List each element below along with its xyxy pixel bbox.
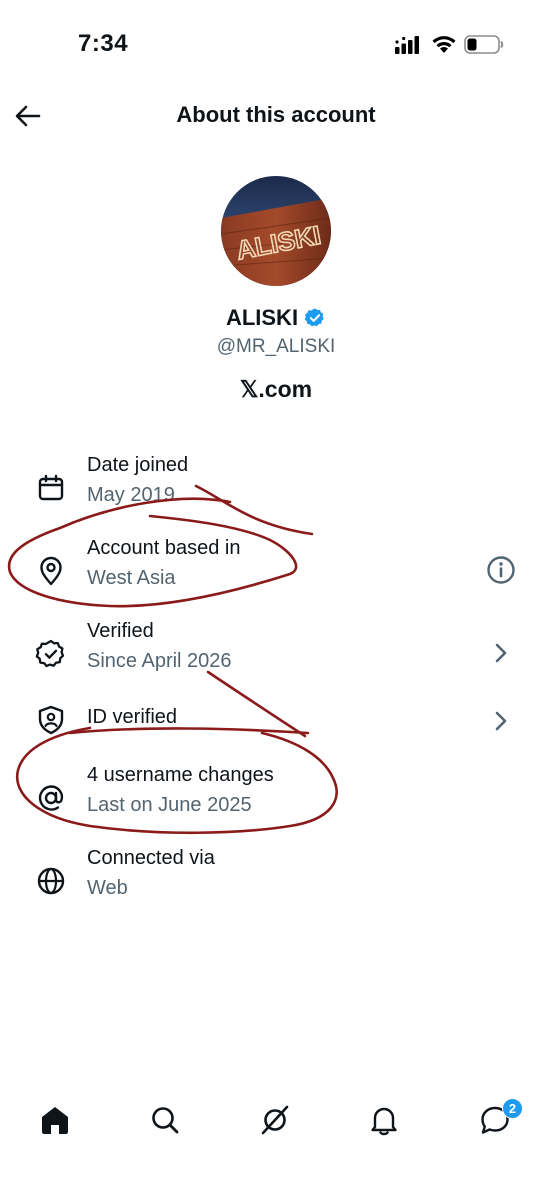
- row-connected-via: Connected via Web: [0, 847, 552, 917]
- tab-search[interactable]: [145, 1100, 185, 1140]
- display-name: ALISKI: [225, 305, 299, 330]
- row-value: Since April 2026: [87, 650, 232, 672]
- tab-notifications[interactable]: [364, 1100, 404, 1140]
- nav-header: About this account: [0, 90, 552, 144]
- source-label: 𝕏.com: [239, 376, 313, 402]
- chevron-right-icon: [495, 643, 507, 663]
- battery-icon: [464, 35, 504, 54]
- row-label: Account based in: [87, 537, 241, 559]
- tab-bar: [0, 1090, 552, 1150]
- grok-icon: [261, 1105, 289, 1135]
- shield-person-icon: [38, 705, 64, 735]
- tab-grok[interactable]: [255, 1100, 295, 1140]
- home-indicator: [0, 1180, 552, 1200]
- row-value: West Asia: [87, 567, 176, 589]
- verified-checkmark-icon: [304, 308, 324, 327]
- row-date-joined: Date joined May 2019: [0, 454, 552, 524]
- messages-badge: 2: [502, 1098, 523, 1119]
- display-name-row: ALISKI: [0, 305, 552, 331]
- row-label: Verified: [87, 620, 154, 642]
- home-icon: [42, 1107, 68, 1134]
- row-account-based-in: Account based in West Asia: [0, 537, 552, 607]
- info-button[interactable]: [484, 553, 518, 587]
- avatar[interactable]: ALISKI: [221, 176, 331, 286]
- at-sign-icon: [38, 785, 64, 811]
- row-label: 4 username changes: [87, 764, 274, 786]
- page-title: About this account: [176, 102, 376, 127]
- row-verified[interactable]: Verified Since April 2026: [0, 620, 552, 690]
- row-value: Last on June 2025: [87, 794, 252, 816]
- verified-badge-icon: [35, 639, 65, 668]
- cellular-signal-icon: [395, 36, 419, 54]
- info-icon: [487, 556, 515, 584]
- row-label: ID verified: [87, 706, 178, 728]
- status-time: 7:34: [78, 30, 129, 57]
- chevron-right-icon: [495, 711, 507, 731]
- row-username-changes: 4 username changes Last on June 2025: [0, 764, 552, 834]
- status-bar: 7:34: [0, 0, 552, 90]
- calendar-icon: [38, 474, 64, 501]
- tab-home[interactable]: [35, 1100, 75, 1140]
- wifi-icon: [432, 36, 456, 53]
- globe-icon: [37, 867, 65, 895]
- handle: @MR_ALISKI: [216, 336, 336, 357]
- chevron-button[interactable]: [484, 636, 518, 670]
- row-value: Web: [87, 877, 128, 899]
- row-value: May 2019: [87, 484, 175, 506]
- chevron-button[interactable]: [484, 704, 518, 738]
- location-pin-icon: [40, 556, 62, 586]
- avatar-image: ALISKI: [221, 176, 331, 286]
- row-label: Date joined: [87, 454, 189, 476]
- row-label: Connected via: [87, 847, 215, 869]
- search-icon: [152, 1107, 179, 1134]
- bell-icon: [371, 1107, 397, 1136]
